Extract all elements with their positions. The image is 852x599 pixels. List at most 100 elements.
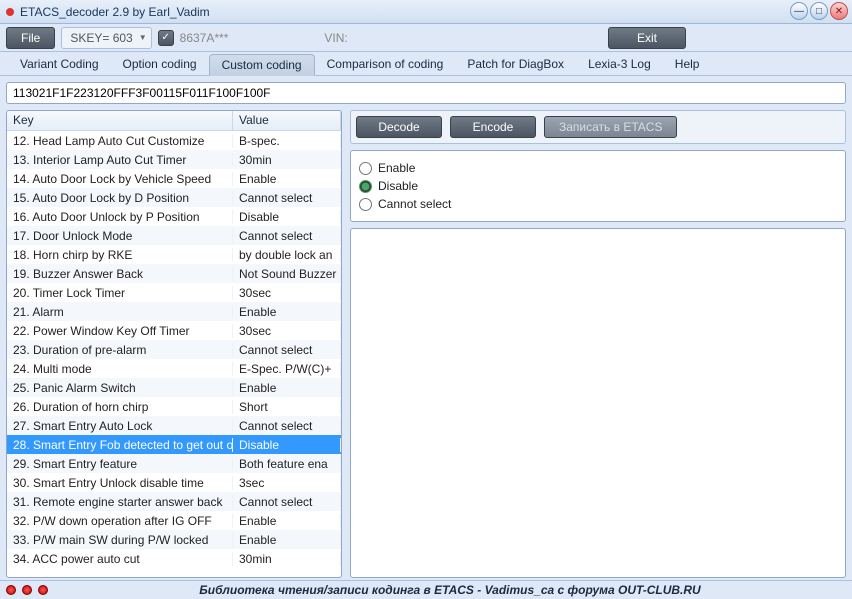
radio-disable[interactable]: Disable bbox=[359, 177, 837, 195]
tab-option-coding[interactable]: Option coding bbox=[111, 53, 209, 75]
cell-value: Short bbox=[233, 400, 341, 414]
cell-value: Cannot select bbox=[233, 229, 341, 243]
status-led-icon bbox=[38, 585, 48, 595]
table-row[interactable]: 23. Duration of pre-alarmCannot select bbox=[7, 340, 341, 359]
table-row[interactable]: 22. Power Window Key Off Timer30sec bbox=[7, 321, 341, 340]
status-led-icon bbox=[6, 585, 16, 595]
cell-value: 30sec bbox=[233, 324, 341, 338]
app-icon bbox=[6, 8, 14, 16]
radio-group: Enable Disable Cannot select bbox=[350, 150, 846, 222]
action-row: Decode Encode Записать в ETACS bbox=[350, 110, 846, 144]
checkbox-toggle[interactable]: ✓ bbox=[158, 30, 174, 46]
cell-key: 34. ACC power auto cut bbox=[7, 552, 233, 566]
cell-key: 25. Panic Alarm Switch bbox=[7, 381, 233, 395]
cell-key: 32. P/W down operation after IG OFF bbox=[7, 514, 233, 528]
status-led-icon bbox=[22, 585, 32, 595]
cell-value: Enable bbox=[233, 514, 341, 528]
cell-key: 30. Smart Entry Unlock disable time bbox=[7, 476, 233, 490]
table-row[interactable]: 31. Remote engine starter answer backCan… bbox=[7, 492, 341, 511]
tab-patch-for-diagbox[interactable]: Patch for DiagBox bbox=[455, 53, 576, 75]
cell-value: 30min bbox=[233, 552, 341, 566]
table-row[interactable]: 12. Head Lamp Auto Cut CustomizeB-spec. bbox=[7, 131, 341, 150]
table-row[interactable]: 24. Multi modeE-Spec. P/W(C)+ bbox=[7, 359, 341, 378]
radio-cannot-select[interactable]: Cannot select bbox=[359, 195, 837, 213]
right-panel: Decode Encode Записать в ETACS Enable Di… bbox=[350, 110, 846, 578]
detail-panel bbox=[350, 228, 846, 578]
cell-value: E-Spec. P/W(C)+ bbox=[233, 362, 341, 376]
window-controls: — □ ✕ bbox=[790, 2, 848, 20]
table-row[interactable]: 30. Smart Entry Unlock disable time3sec bbox=[7, 473, 341, 492]
code-input[interactable] bbox=[6, 82, 846, 104]
cell-key: 22. Power Window Key Off Timer bbox=[7, 324, 233, 338]
table-row[interactable]: 14. Auto Door Lock by Vehicle SpeedEnabl… bbox=[7, 169, 341, 188]
cell-key: 16. Auto Door Unlock by P Position bbox=[7, 210, 233, 224]
cell-value: by double lock an bbox=[233, 248, 341, 262]
table-row[interactable]: 33. P/W main SW during P/W lockedEnable bbox=[7, 530, 341, 549]
cell-value: Disable bbox=[233, 210, 341, 224]
toolbar: File SKEY= 603 ▼ ✓ 8637A*** VIN: Exit bbox=[0, 24, 852, 52]
grid-header: Key Value bbox=[7, 111, 341, 131]
table-row[interactable]: 28. Smart Entry Fob detected to get out … bbox=[7, 435, 341, 454]
cell-key: 28. Smart Entry Fob detected to get out … bbox=[7, 438, 233, 452]
cell-value: Not Sound Buzzer bbox=[233, 267, 341, 281]
cell-value: Enable bbox=[233, 381, 341, 395]
part-number-label: 8637A*** bbox=[180, 31, 229, 45]
cell-key: 23. Duration of pre-alarm bbox=[7, 343, 233, 357]
cell-value: Cannot select bbox=[233, 191, 341, 205]
table-row[interactable]: 13. Interior Lamp Auto Cut Timer30min bbox=[7, 150, 341, 169]
table-row[interactable]: 29. Smart Entry featureBoth feature ena bbox=[7, 454, 341, 473]
tab-lexia-3-log[interactable]: Lexia-3 Log bbox=[576, 53, 663, 75]
maximize-button[interactable]: □ bbox=[810, 2, 828, 20]
encode-button[interactable]: Encode bbox=[450, 116, 536, 138]
close-button[interactable]: ✕ bbox=[830, 2, 848, 20]
cell-value: 30min bbox=[233, 153, 341, 167]
cell-value: Disable bbox=[233, 438, 341, 452]
table-row[interactable]: 25. Panic Alarm SwitchEnable bbox=[7, 378, 341, 397]
table-row[interactable]: 27. Smart Entry Auto LockCannot select bbox=[7, 416, 341, 435]
tab-comparison-of-coding[interactable]: Comparison of coding bbox=[315, 53, 456, 75]
header-value[interactable]: Value bbox=[233, 111, 341, 130]
table-row[interactable]: 21. AlarmEnable bbox=[7, 302, 341, 321]
cell-key: 27. Smart Entry Auto Lock bbox=[7, 419, 233, 433]
vin-label: VIN: bbox=[324, 31, 347, 45]
cell-key: 33. P/W main SW during P/W locked bbox=[7, 533, 233, 547]
table-row[interactable]: 17. Door Unlock ModeCannot select bbox=[7, 226, 341, 245]
table-row[interactable]: 16. Auto Door Unlock by P PositionDisabl… bbox=[7, 207, 341, 226]
tab-custom-coding[interactable]: Custom coding bbox=[209, 54, 315, 76]
content-area: Key Value 12. Head Lamp Auto Cut Customi… bbox=[0, 76, 852, 580]
header-key[interactable]: Key bbox=[7, 111, 233, 130]
grid-body[interactable]: 12. Head Lamp Auto Cut CustomizeB-spec.1… bbox=[7, 131, 341, 577]
table-row[interactable]: 26. Duration of horn chirpShort bbox=[7, 397, 341, 416]
skey-dropdown[interactable]: SKEY= 603 ▼ bbox=[61, 27, 151, 49]
cell-key: 21. Alarm bbox=[7, 305, 233, 319]
cell-value: Enable bbox=[233, 305, 341, 319]
cell-key: 12. Head Lamp Auto Cut Customize bbox=[7, 134, 233, 148]
tab-bar: Variant CodingOption codingCustom coding… bbox=[0, 52, 852, 76]
tab-help[interactable]: Help bbox=[663, 53, 712, 75]
cell-value: 30sec bbox=[233, 286, 341, 300]
chevron-down-icon: ▼ bbox=[139, 33, 147, 42]
cell-value: Enable bbox=[233, 172, 341, 186]
key-value-grid: Key Value 12. Head Lamp Auto Cut Customi… bbox=[6, 110, 342, 578]
file-button[interactable]: File bbox=[6, 27, 55, 49]
table-row[interactable]: 18. Horn chirp by RKEby double lock an bbox=[7, 245, 341, 264]
table-row[interactable]: 34. ACC power auto cut30min bbox=[7, 549, 341, 568]
decode-button[interactable]: Decode bbox=[356, 116, 442, 138]
cell-key: 24. Multi mode bbox=[7, 362, 233, 376]
table-row[interactable]: 19. Buzzer Answer BackNot Sound Buzzer bbox=[7, 264, 341, 283]
table-row[interactable]: 20. Timer Lock Timer30sec bbox=[7, 283, 341, 302]
skey-label: SKEY= 603 bbox=[70, 31, 132, 45]
cell-key: 17. Door Unlock Mode bbox=[7, 229, 233, 243]
radio-enable[interactable]: Enable bbox=[359, 159, 837, 177]
table-row[interactable]: 15. Auto Door Lock by D PositionCannot s… bbox=[7, 188, 341, 207]
cell-key: 20. Timer Lock Timer bbox=[7, 286, 233, 300]
table-row[interactable]: 32. P/W down operation after IG OFFEnabl… bbox=[7, 511, 341, 530]
cell-value: Enable bbox=[233, 533, 341, 547]
tab-variant-coding[interactable]: Variant Coding bbox=[8, 53, 111, 75]
minimize-button[interactable]: — bbox=[790, 2, 808, 20]
cell-key: 31. Remote engine starter answer back bbox=[7, 495, 233, 509]
cell-value: 3sec bbox=[233, 476, 341, 490]
cell-key: 19. Buzzer Answer Back bbox=[7, 267, 233, 281]
cell-value: Cannot select bbox=[233, 419, 341, 433]
exit-button[interactable]: Exit bbox=[608, 27, 686, 49]
